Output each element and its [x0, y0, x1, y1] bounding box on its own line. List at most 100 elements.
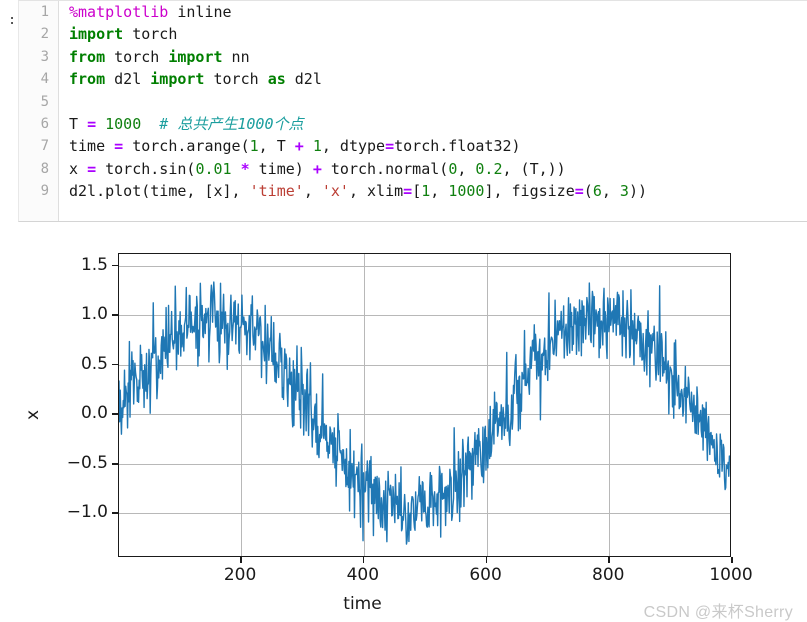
code-line-5-empty[interactable]	[69, 91, 807, 113]
x-axis-label: time	[343, 594, 382, 614]
line-number: 9	[40, 183, 49, 200]
token-text: , T	[258, 137, 295, 156]
token-text: torch.arange(	[123, 137, 250, 156]
token-text: torch	[123, 25, 178, 44]
line-number: 7	[40, 138, 49, 155]
token-text: , dtype	[321, 137, 386, 156]
line-number: 1	[40, 4, 49, 20]
token-number: 3	[619, 182, 629, 201]
cell-prompt-label: :	[8, 13, 16, 28]
x-tick-label: 600	[469, 565, 502, 585]
token-text: nn	[222, 47, 250, 66]
token-number: 0.2	[475, 159, 503, 178]
y-tick-mark	[112, 413, 118, 415]
code-editor-area[interactable]: 1 2 3 4 5 6 7 8 9 %matplotlib inline imp…	[18, 0, 807, 222]
token-keyword: import	[69, 25, 124, 44]
line-number: 8	[40, 160, 49, 177]
x-tick-label: 200	[223, 565, 257, 585]
token-keyword: import	[150, 70, 205, 89]
token-text: d2l.plot(time, [x],	[69, 182, 250, 201]
token-text: inline	[168, 3, 232, 21]
token-keyword: import	[168, 47, 223, 66]
x-tick-mark	[362, 557, 365, 563]
notebook-code-cell[interactable]: : 1 2 3 4 5 6 7 8 9 %matplotlib inline i…	[0, 0, 807, 222]
y-tick-mark	[112, 264, 118, 267]
token-text: torch.float32)	[394, 137, 521, 156]
line-number: 2	[40, 26, 49, 43]
code-line-3[interactable]: from torch import nn	[69, 46, 807, 68]
token-text: ,	[457, 159, 476, 178]
token-text: d2l	[285, 70, 322, 89]
y-tick-label: 0.5	[80, 353, 108, 374]
token-operator: =	[114, 137, 124, 156]
y-axis-label: x	[23, 409, 44, 421]
token-operator: =	[87, 159, 97, 178]
token-number: 1000	[448, 182, 485, 201]
x-tick-label: 1000	[709, 565, 753, 585]
token-operator: *	[231, 159, 259, 178]
token-operator: +	[294, 137, 304, 156]
code-line-7[interactable]: time = torch.arange(1, T + 1, dtype=torc…	[69, 135, 807, 157]
code-line-1[interactable]: %matplotlib inline	[69, 1, 807, 23]
token-text: ,	[303, 182, 322, 201]
token-number: 0.01	[195, 159, 232, 178]
token-text: torch	[105, 47, 169, 66]
x-tick-mark	[240, 557, 242, 563]
y-tick-label: 1.0	[80, 304, 108, 325]
line-number: 6	[40, 115, 49, 132]
token-text: [	[412, 182, 422, 201]
token-text: x	[69, 159, 88, 178]
token-number: 1	[303, 137, 322, 156]
token-operator: =	[574, 182, 584, 201]
y-tick-label: 0.0	[80, 403, 108, 424]
token-text: , (T,))	[502, 159, 566, 178]
token-text: torch	[204, 70, 268, 89]
csdn-watermark: CSDN @来杯Sherry	[643, 604, 793, 621]
series-line-x	[119, 254, 730, 556]
token-text: ))	[628, 182, 647, 201]
code-line-6[interactable]: T = 1000 # 总共产生1000个点	[69, 113, 807, 135]
token-keyword: as	[267, 70, 286, 89]
code-lines-container[interactable]: %matplotlib inline import torch from tor…	[60, 1, 807, 221]
token-comment: # 总共产生1000个点	[141, 114, 304, 133]
token-number: 0	[448, 159, 458, 178]
y-tick-mark	[112, 314, 118, 316]
code-line-2[interactable]: import torch	[69, 23, 807, 45]
y-tick-mark	[112, 363, 118, 366]
token-text: (	[583, 182, 593, 201]
line-number-gutter: 1 2 3 4 5 6 7 8 9	[19, 1, 59, 221]
plot-axes	[118, 253, 731, 557]
line-number: 3	[40, 48, 49, 65]
token-number: 6	[592, 182, 602, 201]
line-number: 5	[40, 93, 49, 110]
y-tick-mark	[112, 462, 118, 465]
token-string: 'x'	[321, 182, 349, 201]
token-text: T	[69, 114, 88, 133]
token-operator: =	[87, 114, 97, 133]
token-number: 1	[421, 182, 431, 201]
x-tick-mark	[485, 557, 488, 563]
code-line-8[interactable]: x = torch.sin(0.01 * time) + torch.norma…	[69, 158, 807, 180]
token-text: , xlim	[348, 182, 404, 201]
token-number: 1	[249, 137, 259, 156]
matplotlib-figure-output: −1.0 −0.5 0.0 0.5 1.0 1.5 200 400 600 800 1000 x …	[0, 226, 807, 622]
token-text: d2l	[105, 70, 151, 89]
token-text: time	[69, 137, 115, 156]
token-text: torch.normal(	[321, 159, 449, 178]
x-tick-label: 400	[346, 565, 380, 585]
line-number: 4	[40, 71, 49, 88]
y-tick-label: −0.5	[66, 452, 108, 473]
x-tick-mark	[731, 557, 733, 563]
y-tick-label: −1.0	[66, 502, 108, 523]
token-keyword: from	[69, 47, 106, 66]
token-magic: %matplotlib	[69, 3, 169, 21]
code-line-9[interactable]: d2l.plot(time, [x], 'time', 'x', xlim=[1…	[69, 180, 807, 202]
token-text: torch.sin(	[96, 159, 196, 178]
code-line-4[interactable]: from d2l import torch as d2l	[69, 68, 807, 90]
x-tick-label: 800	[592, 565, 625, 585]
x-tick-mark	[608, 557, 610, 563]
token-operator: +	[312, 159, 322, 178]
y-tick-mark	[112, 512, 118, 515]
token-text: ,	[601, 182, 620, 201]
token-operator: =	[385, 137, 395, 156]
